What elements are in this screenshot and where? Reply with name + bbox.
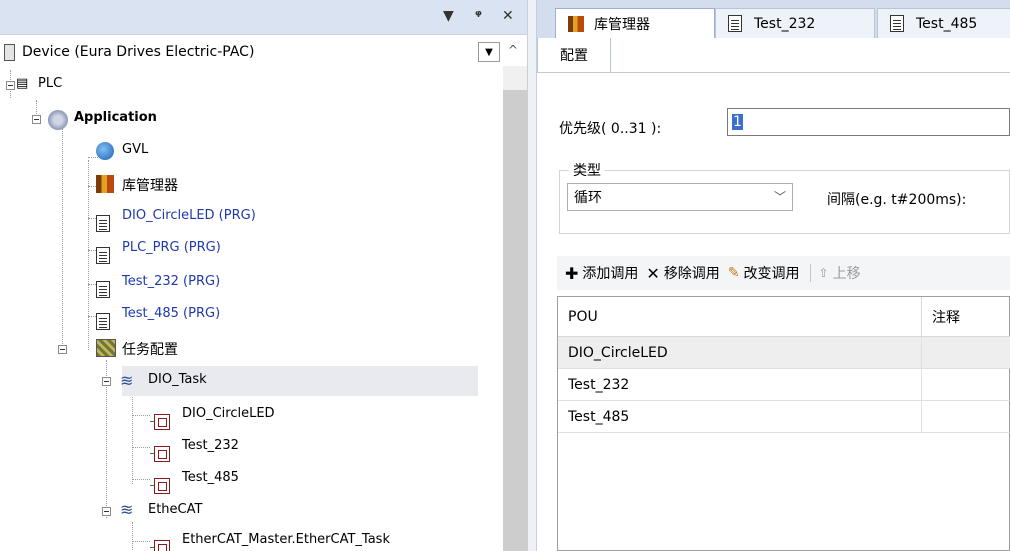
tree-label: GVL: [122, 142, 149, 157]
tree-label: 库管理器: [122, 178, 178, 194]
column-header-comment[interactable]: 注释: [922, 297, 1010, 337]
library-books-icon: [568, 15, 584, 32]
edit-pencil-icon: ✎: [727, 265, 740, 281]
pou-call-icon: [150, 446, 170, 462]
table-cell-comment[interactable]: [922, 337, 1010, 369]
tree-node-dio-circleled-call[interactable]: DIO_CircleLED: [0, 400, 275, 430]
task-type-value: 循环: [574, 190, 602, 206]
arrow-up-icon: ⇧: [818, 266, 829, 280]
tree-label: 任务配置: [122, 342, 178, 358]
document-icon: [96, 312, 110, 330]
document-icon: [96, 246, 110, 264]
tab-test-485[interactable]: Test_485: [877, 8, 1010, 38]
tab-library-manager[interactable]: 库管理器: [555, 8, 715, 38]
change-call-button[interactable]: ✎ 改变调用: [728, 263, 800, 283]
table-cell-comment[interactable]: [922, 369, 1010, 401]
tree-node-ethercat-master-call[interactable]: EtherCAT_Master.EtherCAT_Task: [0, 526, 390, 551]
tree-node-dio-circleled-prg[interactable]: DIO_CircleLED (PRG): [0, 202, 256, 232]
scroll-up-button[interactable]: ^: [508, 43, 518, 57]
tree-scrollbar-thumb[interactable]: [503, 90, 527, 551]
tree-label: PLC_PRG (PRG): [122, 240, 221, 255]
document-icon: [728, 15, 742, 32]
tree-label: EtheCAT: [148, 502, 203, 517]
tree-node-test232-prg[interactable]: Test_232 (PRG): [0, 268, 220, 298]
remove-call-label: 移除调用: [663, 266, 720, 282]
task-config-icon: [96, 339, 116, 357]
tree-label: EtherCAT_Master.EtherCAT_Task: [182, 532, 390, 547]
add-call-label: 添加调用: [582, 266, 639, 282]
interval-label: 间隔(e.g. t#200ms):: [827, 192, 967, 208]
collapse-icon[interactable]: [6, 81, 15, 90]
change-call-label: 改变调用: [743, 266, 800, 282]
editor-tab-bar: 库管理器 Test_232 Test_485: [537, 0, 1010, 38]
task-stack-icon: ≋: [120, 371, 134, 390]
pou-call-toolbar: ✚ 添加调用 ✕ 移除调用 ✎ 改变调用 ⇧ 上移: [557, 256, 1010, 290]
pin-icon[interactable]: ᵠ: [475, 8, 482, 24]
plc-logic-icon: ▤: [16, 76, 29, 91]
tree-label: Test_232: [182, 438, 239, 453]
tree-node-test485-call[interactable]: Test_485: [0, 464, 239, 494]
application-gear-icon: [48, 110, 68, 130]
library-books-icon: [96, 175, 114, 193]
move-up-button[interactable]: ⇧ 上移: [819, 263, 861, 283]
tree-label: DIO_CircleLED: [182, 406, 275, 421]
pou-call-table: POU 注释 DIO_CircleLED Test_232 Test_485: [557, 296, 1010, 551]
pane-header: ▼ ᵠ ✕: [0, 0, 527, 35]
tree-node-test485-prg[interactable]: Test_485 (PRG): [0, 300, 220, 330]
device-selector[interactable]: Device (Eura Drives Electric-PAC) ▼ ^: [0, 40, 527, 66]
device-icon: [4, 44, 15, 61]
remove-icon: ✕: [646, 263, 660, 283]
tree-label: Test_485: [182, 470, 239, 485]
document-icon: [96, 214, 110, 232]
editor-pane: 库管理器 Test_232 Test_485 配置 优先级( 0..31 ): …: [537, 0, 1010, 551]
tab-configuration[interactable]: 配置: [537, 38, 611, 72]
pane-menu-button[interactable]: ▼: [443, 8, 454, 24]
pane-splitter[interactable]: [527, 0, 537, 551]
chevron-down-icon: ﹀: [773, 190, 786, 204]
task-stack-icon: ≋: [120, 500, 134, 519]
tree-node-plc-prg[interactable]: PLC_PRG (PRG): [0, 234, 221, 264]
pou-call-icon: [150, 540, 170, 551]
collapse-icon[interactable]: [102, 507, 111, 516]
pou-call-icon: [150, 478, 170, 494]
priority-input[interactable]: 1: [727, 108, 1010, 136]
device-tree-pane: ▼ ᵠ ✕ Device (Eura Drives Electric-PAC) …: [0, 0, 527, 551]
device-dropdown-button[interactable]: ▼: [478, 42, 500, 62]
table-cell-comment[interactable]: [922, 401, 1010, 433]
pou-call-icon: [150, 414, 170, 430]
toolbar-separator: [809, 264, 811, 282]
tree-label: Test_485 (PRG): [122, 306, 221, 321]
tab-label: Test_232: [754, 15, 816, 32]
tree-label: Test_232 (PRG): [122, 274, 221, 289]
globe-icon: [96, 142, 114, 160]
tree-label: DIO_Task: [148, 372, 207, 387]
device-title: Device (Eura Drives Electric-PAC): [22, 44, 255, 60]
close-pane-button[interactable]: ✕: [502, 8, 514, 24]
document-icon: [890, 15, 904, 32]
collapse-icon[interactable]: [102, 377, 111, 386]
tree-label: DIO_CircleLED (PRG): [122, 208, 256, 223]
table-row[interactable]: Test_485: [558, 401, 922, 433]
column-header-pou[interactable]: POU: [558, 297, 922, 337]
tab-label: Test_485: [916, 15, 978, 32]
tree-node-test232-call[interactable]: Test_232: [0, 432, 239, 462]
tree-label: PLC: [38, 76, 63, 91]
document-icon: [96, 280, 110, 298]
task-type-select[interactable]: 循环 ﹀: [567, 183, 793, 211]
add-call-button[interactable]: ✚ 添加调用: [565, 263, 638, 283]
tab-label: 库管理器: [594, 16, 650, 33]
type-group-label: 类型: [569, 160, 605, 180]
tree-label: Application: [74, 110, 157, 125]
collapse-icon[interactable]: [58, 345, 67, 354]
collapse-icon[interactable]: [32, 115, 41, 124]
remove-call-button[interactable]: ✕ 移除调用: [646, 263, 719, 283]
add-icon: ✚: [565, 263, 579, 283]
table-row[interactable]: Test_232: [558, 369, 922, 401]
tab-test-232[interactable]: Test_232: [715, 8, 875, 38]
move-up-label: 上移: [832, 266, 861, 282]
priority-value: 1: [732, 114, 743, 130]
priority-label: 优先级( 0..31 ):: [559, 121, 662, 137]
table-row[interactable]: DIO_CircleLED: [558, 337, 922, 369]
